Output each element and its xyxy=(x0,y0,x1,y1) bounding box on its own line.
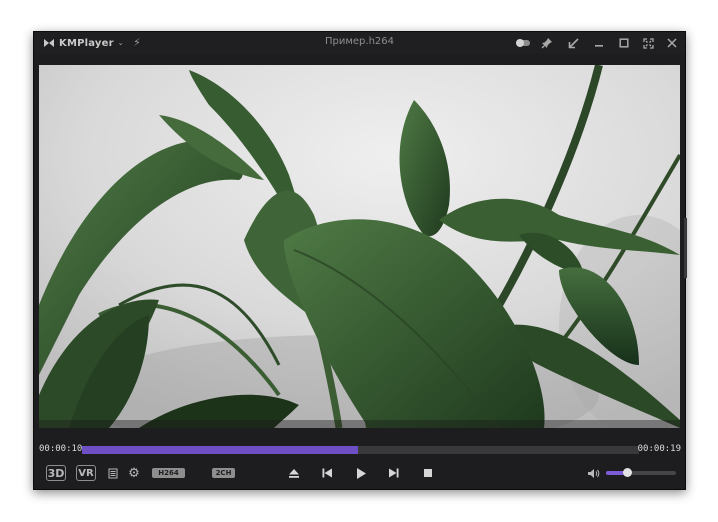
toggle-icon[interactable] xyxy=(515,35,531,51)
control-bar: 3D VR ⚙ H264 2CH xyxy=(34,460,685,488)
next-icon[interactable] xyxy=(386,460,402,486)
app-menu-button[interactable]: KMPlayer ⌄ xyxy=(44,36,124,50)
play-icon[interactable] xyxy=(353,460,369,486)
fullscreen-icon[interactable] xyxy=(640,35,656,51)
resize-grip[interactable] xyxy=(684,218,687,278)
window-title: Пример.h264 xyxy=(324,36,394,47)
volume-slider[interactable] xyxy=(606,468,676,477)
codec-badge[interactable]: H264 xyxy=(152,468,185,478)
player-window: KMPlayer ⌄ ⚡ Пример.h264 00:00:10 00:00:… xyxy=(33,31,687,490)
playlist-icon[interactable] xyxy=(106,460,120,486)
gear-icon[interactable]: ⚙ xyxy=(127,460,141,486)
stop-icon[interactable] xyxy=(420,460,436,486)
close-icon[interactable] xyxy=(664,35,680,51)
chevron-down-icon: ⌄ xyxy=(117,39,124,47)
title-bar[interactable]: KMPlayer ⌄ ⚡ Пример.h264 xyxy=(34,32,685,54)
app-name: KMPlayer xyxy=(59,37,114,49)
maximize-icon[interactable] xyxy=(616,35,632,51)
vr-button[interactable]: VR xyxy=(76,465,96,481)
video-image xyxy=(39,65,680,428)
elapsed-time: 00:00:10 xyxy=(39,444,83,454)
speaker-icon[interactable] xyxy=(585,460,601,486)
seek-bar[interactable] xyxy=(82,446,639,454)
3d-button[interactable]: 3D xyxy=(46,465,66,481)
seek-progress xyxy=(82,446,358,454)
previous-icon[interactable] xyxy=(319,460,335,486)
minimize-icon[interactable] xyxy=(591,35,607,51)
bolt-icon[interactable]: ⚡ xyxy=(131,36,143,50)
volume-handle[interactable] xyxy=(623,468,632,477)
shrink-arrow-icon[interactable] xyxy=(565,35,581,51)
audio-channels-badge[interactable]: 2CH xyxy=(212,468,235,478)
video-frame[interactable] xyxy=(39,65,680,428)
pin-icon[interactable] xyxy=(539,35,555,51)
kmplayer-logo-icon xyxy=(44,38,56,48)
total-time: 00:00:19 xyxy=(637,444,681,454)
eject-icon[interactable] xyxy=(286,460,302,486)
